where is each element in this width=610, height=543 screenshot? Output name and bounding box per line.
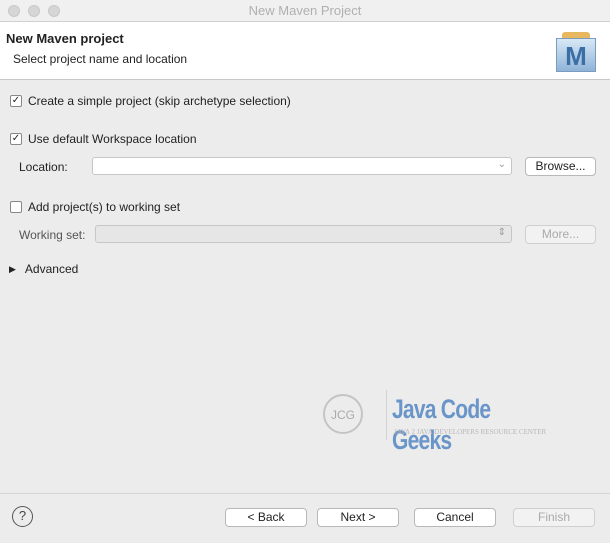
jcg-logo-icon: JCG: [323, 394, 363, 434]
default-workspace-checkbox[interactable]: ✓ Use default Workspace location: [10, 132, 197, 146]
default-workspace-label: Use default Workspace location: [28, 132, 197, 146]
watermark: JCG Java Code Geeks Java 2 Java Develope…: [320, 380, 570, 455]
location-label: Location:: [19, 160, 68, 174]
brand-name: Java Code Geeks: [392, 394, 491, 455]
minimize-window-button[interactable]: [28, 5, 40, 17]
working-set-checkbox[interactable]: Add project(s) to working set: [10, 200, 180, 214]
finish-button[interactable]: Finish: [513, 508, 595, 527]
simple-project-label: Create a simple project (skip archetype …: [28, 94, 291, 108]
help-icon[interactable]: ?: [12, 506, 33, 527]
close-window-button[interactable]: [8, 5, 20, 17]
working-set-label: Working set:: [19, 228, 86, 242]
next-button[interactable]: Next >: [317, 508, 399, 527]
wizard-header: New Maven project Select project name an…: [0, 22, 610, 80]
title-bar: New Maven Project: [0, 0, 610, 22]
window-title: New Maven Project: [248, 3, 362, 18]
simple-project-checkbox[interactable]: ✓ Create a simple project (skip archetyp…: [10, 94, 291, 108]
checkbox-unchecked-icon: [10, 201, 22, 213]
location-combo[interactable]: ⌄: [92, 157, 512, 175]
cancel-button[interactable]: Cancel: [414, 508, 496, 527]
working-set-combo[interactable]: ⇕: [95, 225, 512, 243]
updown-arrows-icon: ⇕: [497, 227, 506, 238]
maven-logo-icon: M: [554, 32, 598, 74]
page-title: New Maven project: [6, 31, 124, 46]
advanced-toggle[interactable]: ▶ Advanced: [9, 262, 78, 276]
chevron-down-icon: ⌄: [497, 159, 506, 170]
checkbox-checked-icon: ✓: [10, 95, 22, 107]
zoom-window-button[interactable]: [48, 5, 60, 17]
divider: [0, 493, 610, 494]
disclosure-triangle-icon: ▶: [9, 263, 16, 274]
brand-tagline: Java 2 Java Developers Resource Center: [394, 428, 547, 436]
back-button[interactable]: < Back: [225, 508, 307, 527]
checkbox-checked-icon: ✓: [10, 133, 22, 145]
browse-button[interactable]: Browse...: [525, 157, 596, 176]
working-set-check-label: Add project(s) to working set: [28, 200, 181, 214]
more-button[interactable]: More...: [525, 225, 596, 244]
advanced-label: Advanced: [24, 262, 79, 276]
page-subtitle: Select project name and location: [13, 52, 188, 66]
